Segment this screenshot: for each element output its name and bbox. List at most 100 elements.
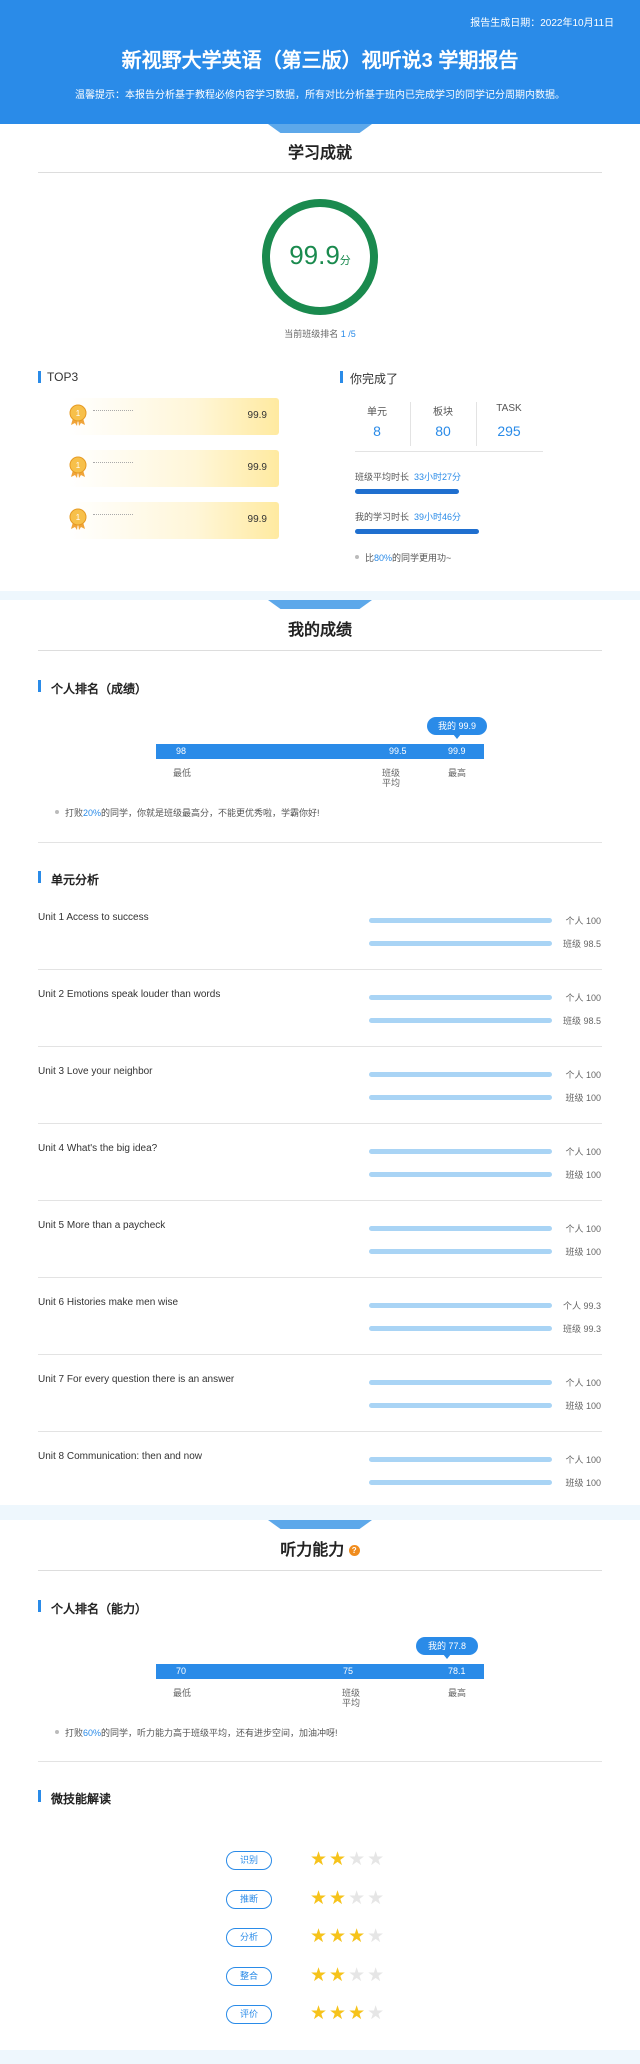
section-tab <box>268 600 372 609</box>
unit-personal-bar <box>369 1149 552 1154</box>
unit-personal-bar <box>369 1380 552 1385</box>
class-rank: 当前班级排名 1 /5 <box>284 329 356 339</box>
skill-tag[interactable]: 推断 <box>226 1890 272 1909</box>
unit-personal-score: 个人 100 <box>565 1378 601 1388</box>
skill-rating: ★★★★ <box>310 1850 386 1869</box>
my-score-bubble: 我的 99.9 <box>427 717 487 739</box>
report-header: 报告生成日期：2022年10月11日 新视野大学英语（第三版）视听说3 学期报告… <box>0 0 640 124</box>
unit-personal-bar <box>369 1457 552 1462</box>
unit-personal-score: 个人 100 <box>565 916 601 926</box>
unit-name: Unit 8 Communication: then and now <box>38 1451 202 1462</box>
unit-name: Unit 6 Histories make men wise <box>38 1297 179 1308</box>
top3-row: 1 99.9 <box>69 502 279 539</box>
heading-marker <box>38 1790 41 1802</box>
ability-rank-heading: 个人排名（能力） <box>51 1602 148 1616</box>
top3-score: 99.9 <box>247 514 267 525</box>
rank-high-value: 78.1 <box>448 1666 466 1676</box>
unit-personal-bar <box>369 1303 552 1308</box>
heading-marker <box>38 371 41 383</box>
unit-class-bar <box>369 1018 552 1023</box>
student-name <box>93 514 133 520</box>
grades-title: 我的成绩 <box>287 622 352 639</box>
help-icon[interactable]: ? <box>348 1545 360 1557</box>
rank-low-value: 98 <box>176 746 187 756</box>
star-icon: ★ <box>367 1926 387 1947</box>
top3-score: 99.9 <box>247 410 267 421</box>
stat-module-value: 80 <box>435 423 451 439</box>
unit-class-score: 班级 100 <box>565 1093 601 1103</box>
stat-task-label: TASK <box>496 403 522 414</box>
achievement-title: 学习成就 <box>287 145 352 162</box>
star-icon: ★ <box>367 1849 387 1870</box>
divider <box>38 969 602 970</box>
rank-avg-value: 75 <box>343 1666 354 1676</box>
stat-unit-value: 8 <box>373 423 381 439</box>
unit-class-score: 班级 98.5 <box>562 1016 601 1026</box>
unit-class-bar <box>369 1480 552 1485</box>
star-icon: ★ <box>310 2003 330 2024</box>
unit-class-score: 班级 99.3 <box>562 1324 601 1334</box>
star-icon: ★ <box>329 1965 349 1986</box>
star-icon: ★ <box>329 2003 349 2024</box>
star-icon: ★ <box>367 1888 387 1909</box>
divider <box>38 1277 602 1278</box>
top3-heading: TOP3 <box>47 370 79 384</box>
heading-marker <box>38 871 41 883</box>
unit-name: Unit 2 Emotions speak louder than words <box>38 989 221 1000</box>
unit-name: Unit 1 Access to success <box>38 912 149 923</box>
score-value: 99.9分 <box>289 240 351 270</box>
skill-tag[interactable]: 整合 <box>226 1967 272 1986</box>
star-icon: ★ <box>348 1926 368 1947</box>
heading-marker <box>38 1600 41 1612</box>
unit-personal-score: 个人 100 <box>565 1070 601 1080</box>
skill-tag[interactable]: 识别 <box>226 1851 272 1870</box>
report-date: 报告生成日期：2022年10月11日 <box>470 18 614 29</box>
divider <box>38 650 602 651</box>
skill-rating: ★★★★ <box>310 2004 386 2023</box>
bullet <box>55 1730 59 1734</box>
svg-text:1: 1 <box>76 409 81 418</box>
star-icon: ★ <box>329 1849 349 1870</box>
star-icon: ★ <box>329 1926 349 1947</box>
medal-icon: 1 <box>69 456 87 478</box>
unit-personal-bar <box>369 1226 552 1231</box>
medal-icon: 1 <box>69 508 87 530</box>
grades-card: 我的成绩 <box>0 600 640 1505</box>
medal-icon: 1 <box>69 404 87 426</box>
my-time-bar <box>355 529 479 534</box>
rank-low-label: 最低 <box>172 768 191 778</box>
grade-rank-heading: 个人排名（成绩） <box>51 682 148 696</box>
section-tab <box>268 1520 372 1529</box>
unit-class-score: 班级 98.5 <box>562 939 601 949</box>
divider <box>38 1570 602 1571</box>
divider <box>410 402 411 446</box>
unit-personal-bar <box>369 918 552 923</box>
unit-analysis-heading: 单元分析 <box>51 873 100 887</box>
divider <box>38 1354 602 1355</box>
my-time: 我的学习时长 39小时46分 <box>355 512 462 522</box>
ability-rank-bar: 70 75 78.1 <box>156 1664 484 1679</box>
star-icon: ★ <box>348 1849 368 1870</box>
skills-heading: 微技能解读 <box>51 1792 112 1806</box>
rank-avg-value: 99.5 <box>389 746 407 756</box>
divider <box>355 451 543 452</box>
rank-avg-label: 班级平均 <box>341 1688 360 1708</box>
unit-class-score: 班级 100 <box>565 1401 601 1411</box>
divider <box>38 1761 602 1762</box>
skill-tag[interactable]: 分析 <box>226 1928 272 1947</box>
listening-title: 听力能力 ? <box>0 1536 640 1560</box>
rank-low-label: 最低 <box>172 1688 191 1698</box>
rank-high-value: 99.9 <box>448 746 466 756</box>
unit-personal-score: 个人 100 <box>565 993 601 1003</box>
unit-class-bar <box>369 1403 552 1408</box>
skill-rating: ★★★★ <box>310 1927 386 1946</box>
bullet <box>55 810 59 814</box>
svg-text:1: 1 <box>76 513 81 522</box>
report-title: 新视野大学英语（第三版）视听说3 学期报告 <box>121 50 519 72</box>
divider <box>476 402 477 446</box>
star-icon: ★ <box>310 1849 330 1870</box>
grade-rank-bar: 98 99.5 99.9 <box>156 744 484 759</box>
divider <box>38 1046 602 1047</box>
skill-tag[interactable]: 评价 <box>226 2005 272 2024</box>
divider <box>38 172 602 173</box>
